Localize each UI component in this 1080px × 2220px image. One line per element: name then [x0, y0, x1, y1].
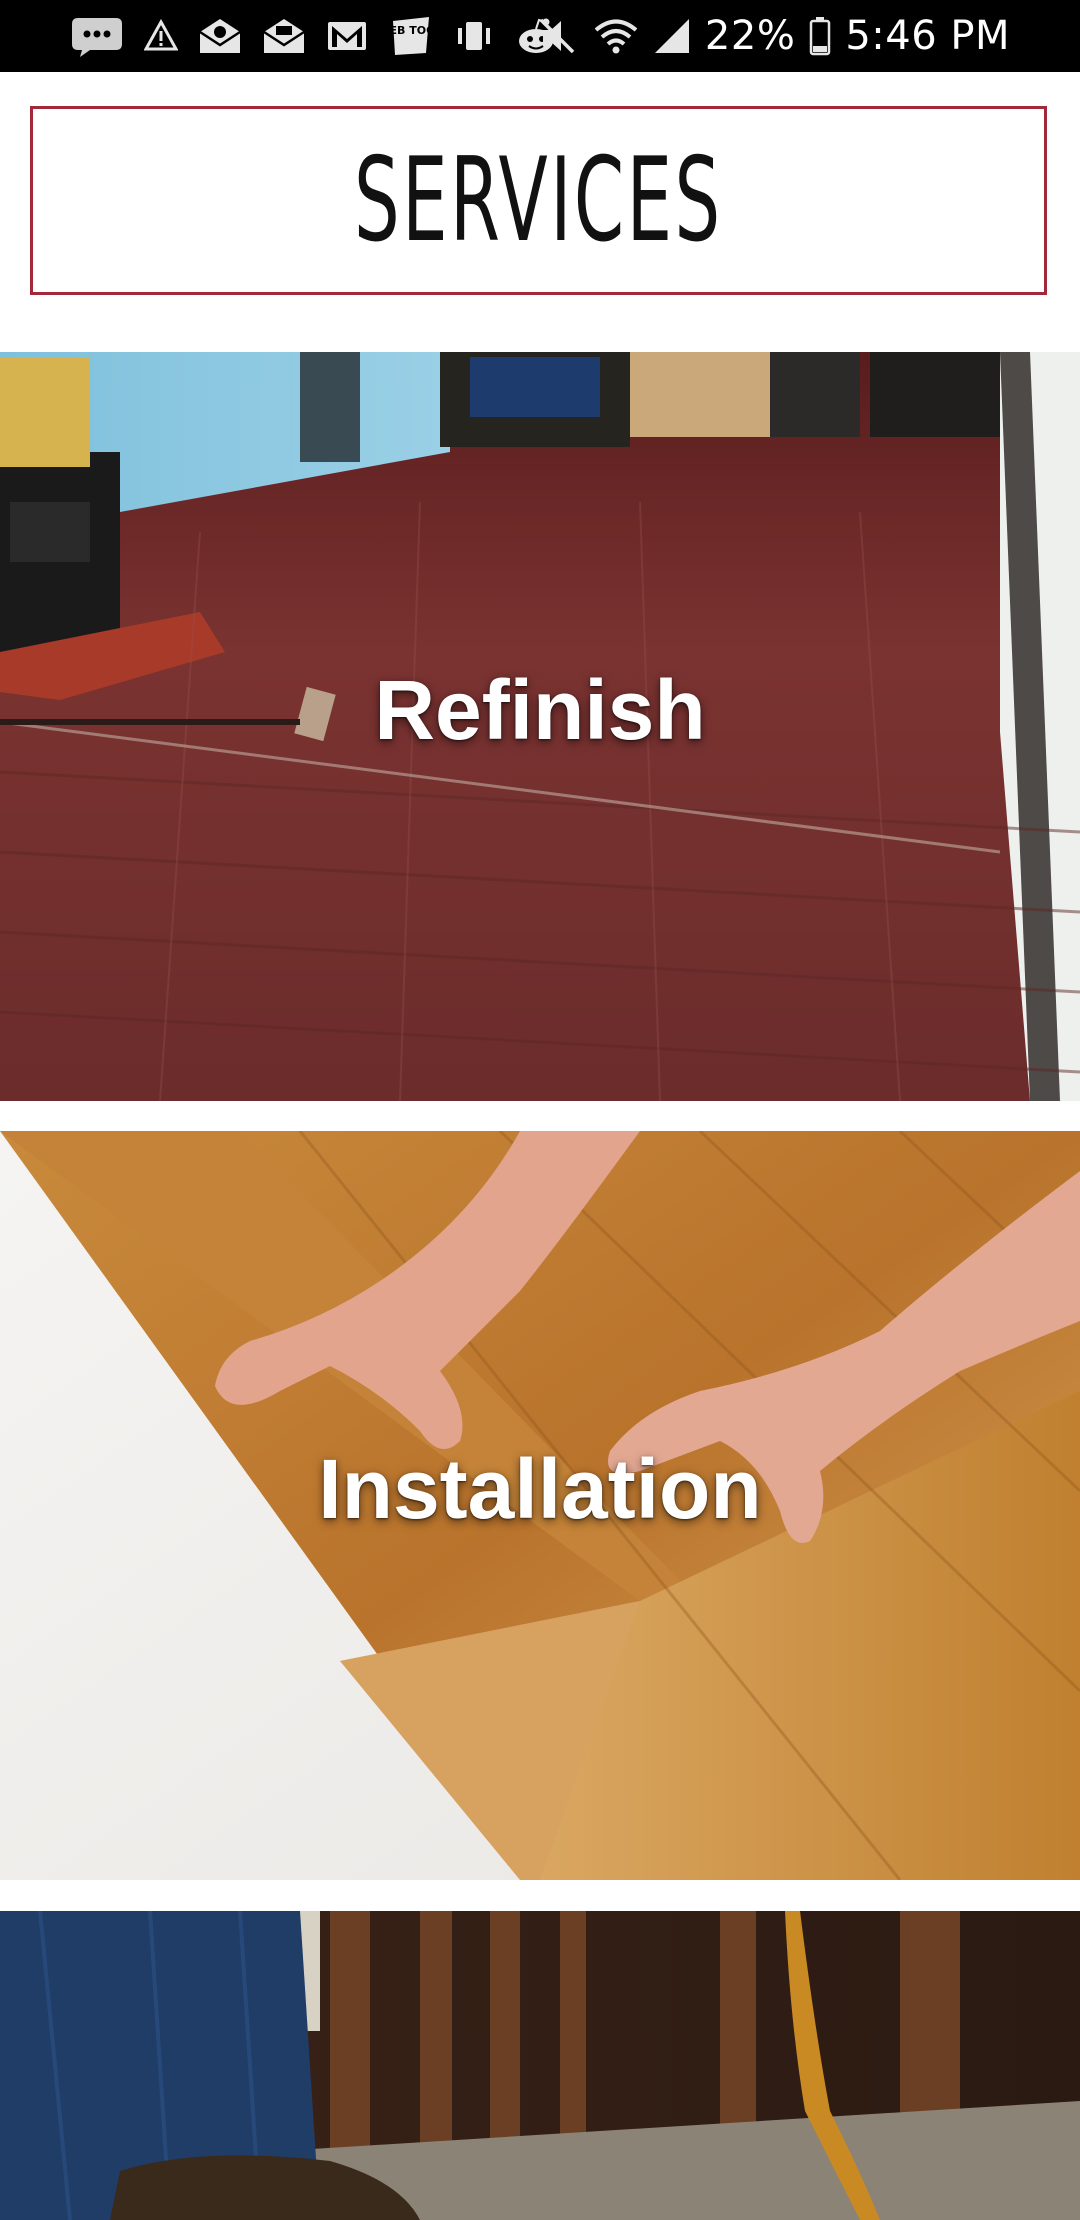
mute-icon	[537, 16, 579, 56]
system-status-icons: 22% 5:46 PM	[537, 10, 1010, 62]
services-header: SERVICES	[30, 106, 1047, 295]
page-title: SERVICES	[354, 132, 723, 268]
svg-text:WEB TOON: WEB TOON	[388, 24, 434, 37]
messages-icon	[70, 14, 124, 58]
service-label-installation: Installation	[318, 1442, 762, 1536]
notification-icons: WEB TOON	[70, 10, 558, 62]
service-card-3[interactable]	[0, 1911, 1080, 2220]
clock: 5:46 PM	[845, 13, 1010, 59]
service-card-refinish[interactable]: Refinish	[0, 352, 1080, 1101]
webtoon-icon: WEB TOON	[388, 13, 434, 59]
vibrate-icon	[454, 18, 494, 54]
email-icon	[198, 16, 242, 56]
service-label-refinish: Refinish	[374, 663, 706, 757]
email-icon	[262, 16, 306, 56]
battery-icon	[809, 16, 831, 56]
signal-icon	[653, 17, 691, 55]
battery-percent: 22%	[704, 13, 796, 59]
warning-icon	[144, 19, 178, 53]
status-bar: WEB TOON	[0, 0, 1080, 72]
service-card-installation[interactable]: Installation	[0, 1131, 1080, 1880]
gmail-icon	[326, 19, 368, 53]
service-photo-3	[0, 1911, 1080, 2220]
wifi-icon	[593, 17, 639, 55]
